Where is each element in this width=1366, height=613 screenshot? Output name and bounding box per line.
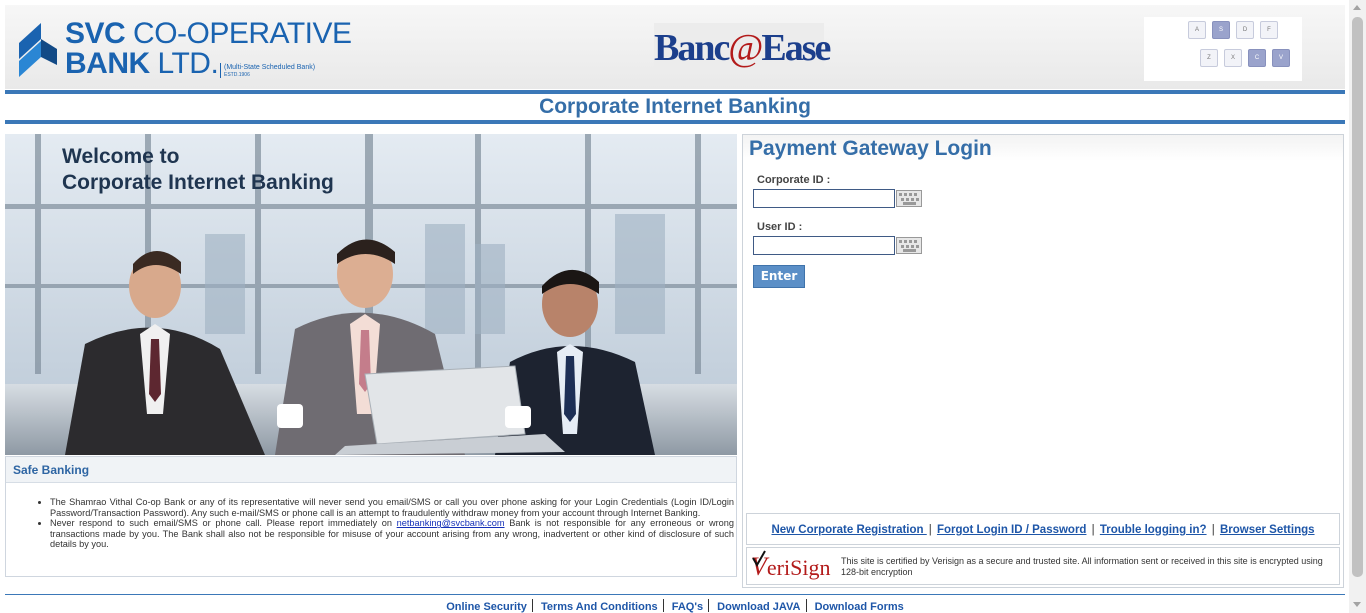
list-item: The Shamrao Vithal Co-op Bank or any of … [50,497,734,518]
logo-line-1: SVC CO-OPERATIVE [65,17,352,50]
safe-banking-list: The Shamrao Vithal Co-op Bank or any of … [50,497,734,550]
key-icon: S [1212,21,1230,39]
banner-rule-bottom [5,120,1345,124]
verisign-panel: VeriSign This site is certified by Veris… [746,547,1340,585]
banner-rule-top [5,90,1345,94]
scrollbar-thumb[interactable] [1352,17,1363,577]
key-icon: F [1260,21,1278,39]
welcome-heading: Welcome to Corporate Internet Banking [62,145,334,194]
support-email-link[interactable]: netbanking@svcbank.com [397,518,505,528]
key-icon: Z [1200,49,1218,67]
virtual-keyboard-icon[interactable] [896,237,922,254]
bank-logo: SVC CO-OPERATIVE BANK LTD. (Multi-State … [17,15,352,81]
download-java-link[interactable]: Download JAVA [712,601,805,613]
verisign-logo[interactable]: VeriSign [751,550,835,582]
key-icon: X [1224,49,1242,67]
corporate-id-input[interactable] [753,189,895,208]
verisign-check-icon [752,550,766,568]
login-panel: Payment Gateway Login Corporate ID : Use… [742,134,1344,588]
trouble-logging-in-link[interactable]: Trouble logging in? [1100,524,1207,536]
key-icon: V [1272,49,1290,67]
user-id-label: User ID : [757,221,803,233]
footer-rule [5,594,1345,595]
corporate-id-label: Corporate ID : [757,174,831,186]
welcome-photo: Welcome to Corporate Internet Banking [5,134,737,455]
terms-conditions-link[interactable]: Terms And Conditions [536,601,663,613]
list-item: Never respond to such email/SMS or phone… [50,518,734,550]
online-security-link[interactable]: Online Security [441,601,532,613]
verisign-text: This site is certified by Verisign as a … [841,556,1323,577]
key-icon: C [1248,49,1266,67]
key-icon: D [1236,21,1254,39]
logo-line-2: BANK LTD. [65,47,219,80]
browser-settings-link[interactable]: Browser Settings [1220,524,1315,536]
page-title: Corporate Internet Banking [539,95,811,118]
logo-subtitle: (Multi-State Scheduled Bank) ESTD.1906 [220,63,315,78]
keyboard-graphic: A S D F Z X C V [1144,17,1302,81]
safe-banking-title: Safe Banking [6,457,736,483]
scroll-up-icon[interactable] [1353,5,1361,10]
key-icon: A [1188,21,1206,39]
download-forms-link[interactable]: Download Forms [810,601,909,613]
page-header: SVC CO-OPERATIVE BANK LTD. (Multi-State … [5,5,1345,89]
bancease-logo: Banc@Ease [654,23,831,73]
faq-link[interactable]: FAQ's [667,601,708,613]
user-id-input[interactable] [753,236,895,255]
login-help-links: New Corporate Registration | Forgot Logi… [746,513,1340,545]
new-corporate-registration-link[interactable]: New Corporate Registration [771,524,926,536]
footer-links: Online Security Terms And Conditions FAQ… [5,598,1345,613]
login-title: Payment Gateway Login [749,137,992,160]
vertical-scrollbar[interactable] [1349,0,1366,613]
forgot-login-link[interactable]: Forgot Login ID / Password [937,524,1087,536]
virtual-keyboard-icon[interactable] [896,190,922,207]
scroll-down-icon[interactable] [1353,602,1361,607]
enter-button[interactable]: Enter [753,265,805,288]
bank-logo-mark-icon [19,23,57,77]
safe-banking-panel: Safe Banking The Shamrao Vithal Co-op Ba… [5,456,737,577]
